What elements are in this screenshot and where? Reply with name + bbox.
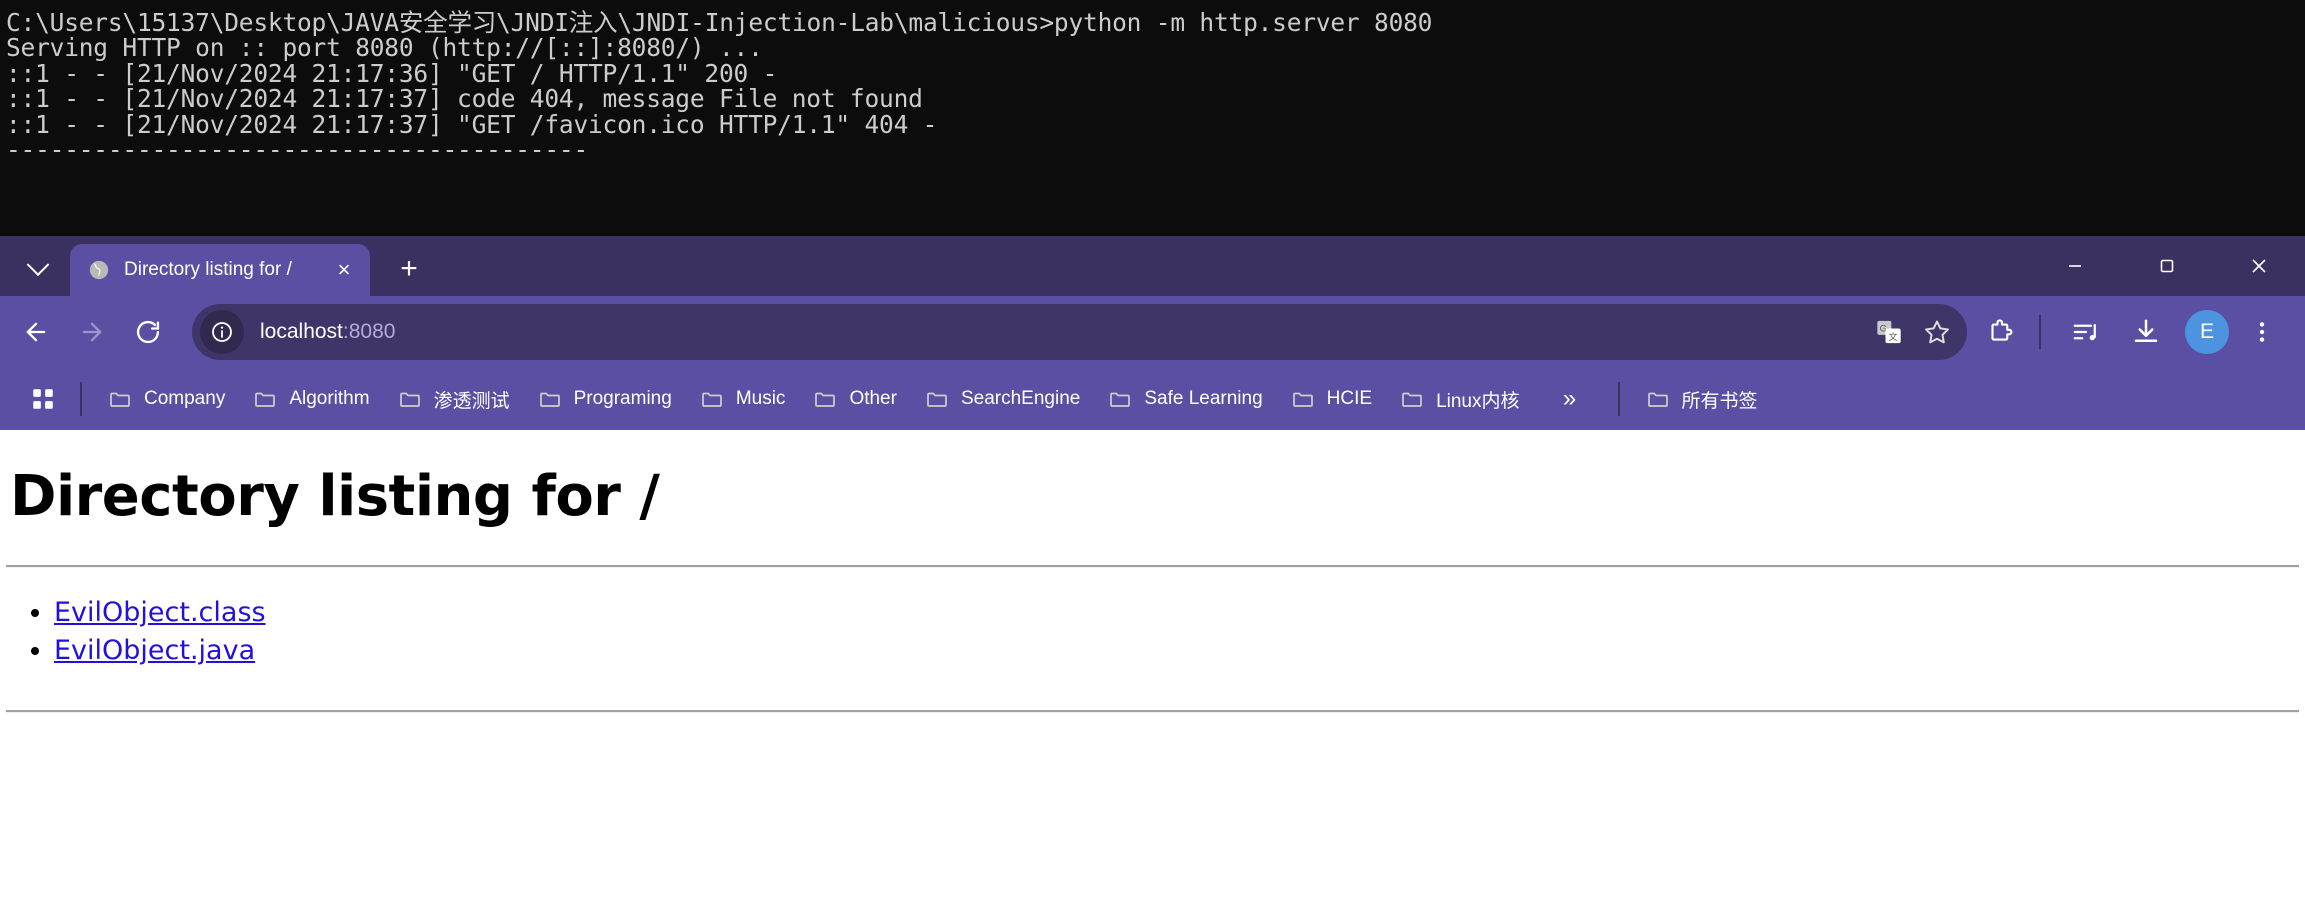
folder-icon xyxy=(538,387,562,411)
folder-icon xyxy=(1646,387,1670,411)
bookmark-folder-searchengine[interactable]: SearchEngine xyxy=(915,376,1090,422)
media-control-button[interactable] xyxy=(2059,305,2113,359)
back-button[interactable] xyxy=(8,304,64,360)
site-info-button[interactable] xyxy=(200,310,244,354)
terminal-line: ::1 - - [21/Nov/2024 21:17:37] "GET /fav… xyxy=(6,109,938,139)
folder-icon xyxy=(1400,387,1424,411)
address-bar[interactable]: localhost:8080 G 文 xyxy=(192,304,1967,360)
bookmark-label: 渗透测试 xyxy=(433,390,510,412)
folder-icon xyxy=(108,387,132,411)
list-item: EvilObject.java xyxy=(54,632,2305,670)
bookmarks-bar: Company Algorithm 渗透测试 Programing Music … xyxy=(0,368,2305,430)
bookmark-label: Safe Learning xyxy=(1144,388,1263,409)
bookmark-star-button[interactable] xyxy=(1913,308,1961,356)
media-control-icon xyxy=(2073,324,2096,341)
terminal-line: ::1 - - [21/Nov/2024 21:17:36] "GET / HT… xyxy=(6,58,778,88)
bookmark-folder-programing[interactable]: Programing xyxy=(528,376,682,422)
three-dot-menu-icon xyxy=(2259,322,2265,342)
folder-icon xyxy=(925,387,949,411)
puzzle-piece-icon xyxy=(1991,319,2013,341)
bookmarks-right-group: 所有书签 xyxy=(1602,376,1776,422)
extensions-button[interactable] xyxy=(1973,305,2027,359)
window-controls xyxy=(2029,236,2305,296)
terminal-line: Serving HTTP on :: port 8080 (http://[::… xyxy=(6,33,763,63)
browser-menu-button[interactable] xyxy=(2235,305,2289,359)
terminal-separator-line: ---------------------------------------- xyxy=(6,135,589,165)
reload-button[interactable] xyxy=(120,304,176,360)
bookmark-label: Company xyxy=(144,388,226,409)
toolbar-divider xyxy=(2039,315,2041,349)
bookmark-apps-button[interactable] xyxy=(22,378,64,420)
bookmark-label: Algorithm xyxy=(289,388,370,409)
bookmarks-overflow-button[interactable]: » xyxy=(1548,377,1592,421)
reload-icon xyxy=(136,320,160,344)
list-item: EvilObject.class xyxy=(54,594,2305,632)
svg-text:文: 文 xyxy=(1888,331,1897,342)
tab-title: Directory listing for / xyxy=(124,259,292,280)
bookmark-folder-music[interactable]: Music xyxy=(690,376,796,422)
translate-icon: G 文 xyxy=(1877,320,1901,344)
page-rule-top xyxy=(6,565,2299,568)
terminal-line: C:\Users\15137\Desktop\JAVA安全学习\JNDI注入\J… xyxy=(6,8,1433,37)
url-host: localhost xyxy=(260,320,343,343)
folder-icon xyxy=(1108,387,1132,411)
apps-grid-icon xyxy=(33,389,53,409)
window-maximize-button[interactable] xyxy=(2121,236,2213,296)
bookmark-folder-pentest[interactable]: 渗透测试 xyxy=(388,376,520,422)
new-tab-button[interactable]: + xyxy=(386,246,432,292)
file-link[interactable]: EvilObject.class xyxy=(54,597,266,628)
bookmarks-divider xyxy=(80,382,82,416)
folder-icon xyxy=(1291,387,1315,411)
browser-window: Directory listing for / × + localhost:80… xyxy=(0,236,2305,905)
all-bookmarks-button[interactable]: 所有书签 xyxy=(1636,376,1768,422)
bookmark-label: Programing xyxy=(573,388,672,409)
bookmarks-divider xyxy=(1617,382,1620,416)
bookmark-label: HCIE xyxy=(1326,388,1373,409)
folder-icon xyxy=(700,387,724,411)
bookmark-folder-algorithm[interactable]: Algorithm xyxy=(243,376,379,422)
terminal-output: C:\Users\15137\Desktop\JAVA安全学习\JNDI注入\J… xyxy=(0,0,2305,165)
download-icon xyxy=(2134,319,2158,342)
browser-toolbar: localhost:8080 G 文 E xyxy=(0,296,2305,368)
tab-close-button[interactable]: × xyxy=(330,256,358,284)
folder-icon xyxy=(253,387,277,411)
bookmark-folder-other[interactable]: Other xyxy=(803,376,907,422)
url-text[interactable]: localhost:8080 xyxy=(260,320,1865,344)
info-circle-icon xyxy=(212,322,232,342)
chevron-down-icon xyxy=(26,253,50,277)
directory-listing: EvilObject.class EvilObject.java xyxy=(0,594,2305,670)
file-link[interactable]: EvilObject.java xyxy=(54,635,255,666)
bookmark-label: Other xyxy=(849,388,897,409)
page-rule-bottom xyxy=(6,710,2299,713)
translate-button[interactable]: G 文 xyxy=(1865,308,1913,356)
bookmark-folder-company[interactable]: Company xyxy=(98,376,235,422)
folder-icon xyxy=(813,387,837,411)
all-bookmarks-label: 所有书签 xyxy=(1681,390,1758,412)
globe-icon xyxy=(88,259,110,281)
star-icon xyxy=(1925,320,1949,344)
window-close-button[interactable] xyxy=(2213,236,2305,296)
back-arrow-icon xyxy=(26,322,46,342)
forward-button[interactable] xyxy=(64,304,120,360)
folder-icon xyxy=(398,387,422,411)
page-content: Directory listing for / EvilObject.class… xyxy=(0,430,2305,887)
bookmark-folder-linux-kernel[interactable]: Linux内核 xyxy=(1390,376,1529,422)
tab-strip: Directory listing for / × + xyxy=(0,236,2305,296)
terminal-line: ::1 - - [21/Nov/2024 21:17:37] code 404,… xyxy=(6,84,923,114)
terminal-window[interactable]: C:\Users\15137\Desktop\JAVA安全学习\JNDI注入\J… xyxy=(0,0,2305,236)
downloads-button[interactable] xyxy=(2119,305,2173,359)
window-minimize-button[interactable] xyxy=(2029,236,2121,296)
browser-tab[interactable]: Directory listing for / × xyxy=(70,244,370,296)
bookmark-label: SearchEngine xyxy=(960,388,1081,409)
bookmark-label: Music xyxy=(735,388,786,409)
bookmark-folder-safe-learning[interactable]: Safe Learning xyxy=(1098,376,1272,422)
profile-avatar[interactable]: E xyxy=(2185,310,2229,354)
page-title: Directory listing for / xyxy=(10,464,660,529)
url-port: :8080 xyxy=(342,320,396,343)
bookmark-folder-hcie[interactable]: HCIE xyxy=(1281,376,1382,422)
tab-search-button[interactable] xyxy=(10,244,66,294)
bookmark-label: Linux内核 xyxy=(1436,390,1520,412)
forward-arrow-icon xyxy=(82,322,102,342)
